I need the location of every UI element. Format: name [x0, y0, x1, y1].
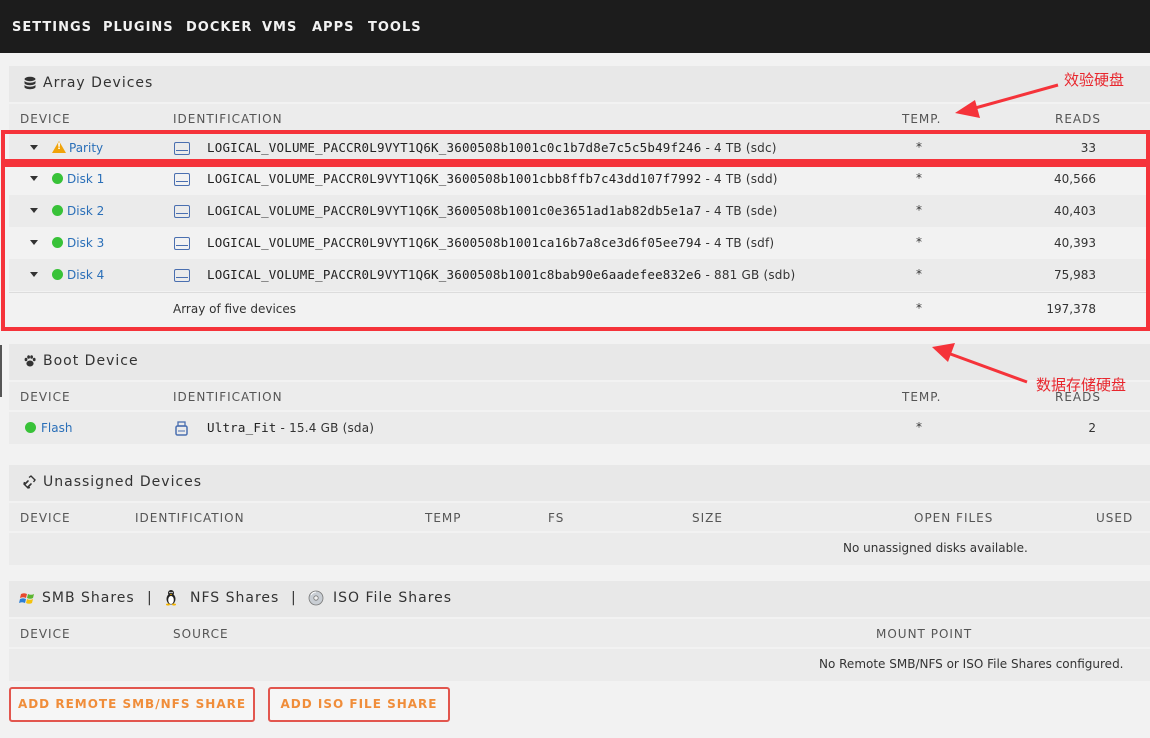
col-identification: IDENTIFICATION: [135, 511, 245, 525]
array-column-headers: DEVICE IDENTIFICATION TEMP. READS: [9, 104, 1150, 132]
nav-apps[interactable]: APPS: [312, 20, 354, 35]
data-disks-highlight-box: [1, 163, 1150, 331]
database-icon: [24, 76, 36, 90]
windows-icon: [19, 593, 34, 604]
shares-column-headers: DEVICE SOURCE MOUNT POINT: [9, 619, 1150, 647]
col-temp: TEMP.: [902, 112, 942, 126]
shares-header: SMB Shares | NFS Shares | ISO File Share…: [9, 581, 1150, 617]
col-identification: IDENTIFICATION: [173, 390, 283, 404]
col-size: SIZE: [692, 511, 723, 525]
device-reads: 2: [1088, 421, 1096, 435]
col-device: DEVICE: [20, 627, 71, 641]
col-reads: READS: [1055, 112, 1101, 126]
unassigned-devices-panel: Unassigned Devices DEVICE IDENTIFICATION…: [9, 465, 1150, 565]
shares-panel: SMB Shares | NFS Shares | ISO File Share…: [9, 581, 1150, 681]
unlink-icon: [23, 475, 36, 489]
device-size: - 15.4 GB (sda): [276, 421, 375, 435]
title-separator: |: [291, 590, 297, 606]
disc-icon: [308, 590, 324, 606]
boot-device-title: Boot Device: [43, 353, 139, 369]
array-devices-title: Array Devices: [43, 75, 154, 91]
add-remote-share-button[interactable]: ADD REMOTE SMB/NFS SHARE: [9, 687, 255, 722]
col-device: DEVICE: [20, 511, 71, 525]
shares-empty-message: No Remote SMB/NFS or ISO File Shares con…: [819, 657, 1124, 671]
device-link-flash[interactable]: Flash: [41, 421, 72, 435]
shares-empty-row: No Remote SMB/NFS or ISO File Shares con…: [9, 649, 1150, 681]
col-open-files: OPEN FILES: [914, 511, 994, 525]
left-edge-bar: [0, 345, 2, 397]
col-mount-point: MOUNT POINT: [876, 627, 973, 641]
data-annotation-text: 数据存储硬盘: [1036, 376, 1127, 394]
unassigned-empty-message: No unassigned disks available.: [843, 541, 1028, 555]
nfs-shares-title: NFS Shares: [190, 590, 280, 606]
status-ok-icon: [25, 422, 36, 433]
boot-device-header: Boot Device: [9, 344, 1150, 380]
table-row-flash: Flash Ultra_Fit - 15.4 GB (sda) * 2: [9, 412, 1150, 444]
paw-icon: [24, 355, 36, 367]
title-separator: |: [147, 590, 153, 606]
array-devices-header: Array Devices: [9, 66, 1150, 102]
top-nav: SETTINGS PLUGINS DOCKER VMS APPS TOOLS: [0, 0, 1150, 53]
unassigned-devices-header: Unassigned Devices: [9, 465, 1150, 501]
unassigned-column-headers: DEVICE IDENTIFICATION TEMP FS SIZE OPEN …: [9, 503, 1150, 531]
nav-plugins[interactable]: PLUGINS: [103, 20, 174, 35]
device-id: Ultra_Fit: [207, 420, 277, 435]
nav-vms[interactable]: VMS: [262, 20, 297, 35]
add-iso-share-button[interactable]: ADD ISO FILE SHARE: [268, 687, 450, 722]
col-identification: IDENTIFICATION: [173, 112, 283, 126]
usb-drive-icon: [175, 421, 188, 436]
iso-shares-title: ISO File Shares: [333, 590, 453, 606]
boot-column-headers: DEVICE IDENTIFICATION TEMP. READS: [9, 382, 1150, 410]
unassigned-empty-row: No unassigned disks available.: [9, 533, 1150, 565]
boot-device-panel: Boot Device DEVICE IDENTIFICATION TEMP. …: [9, 344, 1150, 444]
device-identification: Ultra_Fit - 15.4 GB (sda): [207, 420, 374, 435]
col-temp: TEMP.: [902, 390, 942, 404]
col-temp: TEMP: [425, 511, 462, 525]
device-temp: *: [916, 420, 922, 434]
col-device: DEVICE: [20, 112, 71, 126]
nav-settings[interactable]: SETTINGS: [12, 20, 92, 35]
linux-tux-icon: [166, 590, 176, 606]
parity-annotation-text: 效验硬盘: [1064, 71, 1125, 89]
col-device: DEVICE: [20, 390, 71, 404]
smb-shares-title: SMB Shares: [42, 590, 135, 606]
col-fs: FS: [548, 511, 565, 525]
unassigned-devices-title: Unassigned Devices: [43, 474, 203, 490]
nav-docker[interactable]: DOCKER: [186, 20, 252, 35]
nav-tools[interactable]: TOOLS: [368, 20, 422, 35]
col-source: SOURCE: [173, 627, 229, 641]
parity-highlight-box: [1, 130, 1150, 163]
col-used: USED: [1096, 511, 1134, 525]
